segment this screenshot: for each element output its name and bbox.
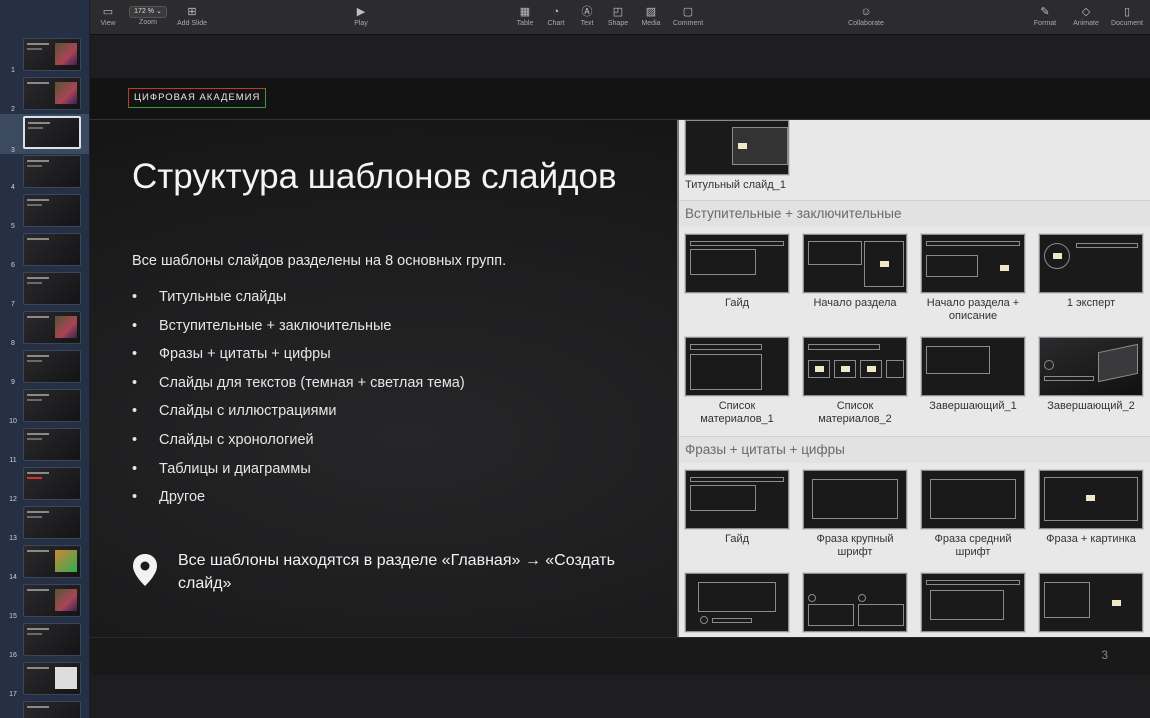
slide-thumbnail[interactable]: 13 xyxy=(0,506,89,542)
template-thumbnail xyxy=(1038,572,1144,633)
slide-thumbnail[interactable]: 4 xyxy=(0,155,89,191)
slide-footer: 3 xyxy=(90,637,1150,675)
animate-icon: ◇ xyxy=(1081,6,1091,18)
shape-icon: ◰ xyxy=(612,6,624,18)
media-icon: ▨ xyxy=(645,6,657,18)
slide-title[interactable]: Структура шаблонов слайдов xyxy=(132,155,652,198)
zoom-select[interactable]: 172 % ⌄ xyxy=(129,6,167,18)
template-thumbnail: Титульный слайд_1 xyxy=(684,120,790,192)
template-thumbnail: Начало раздела + описание xyxy=(920,233,1026,323)
add-slide-button[interactable]: ⊞ Add Slide xyxy=(174,4,210,32)
text-icon: Ⓐ xyxy=(581,6,593,18)
slide-thumbnail[interactable]: 8 xyxy=(0,311,89,347)
template-thumbnail: Завершающий_1 xyxy=(920,336,1026,413)
media-button[interactable]: ▨ Media xyxy=(639,4,663,32)
format-button[interactable]: ✎ Format xyxy=(1030,4,1060,32)
bullet-item: • Слайды с иллюстрациями xyxy=(132,403,337,420)
bullet-item: • Слайды с хронологией xyxy=(132,431,314,448)
bullet-item: • Фразы + цитаты + цифры xyxy=(132,346,331,363)
table-icon: ▦ xyxy=(519,6,531,18)
slide-thumbnail-selected[interactable]: 3 xyxy=(0,114,89,154)
section-header: Вступительные + заключительные xyxy=(679,200,1150,227)
animate-button[interactable]: ◇ Animate xyxy=(1070,4,1102,32)
slide-thumbnail[interactable]: 2 xyxy=(0,77,89,113)
template-thumbnail: Фраза средний шрифт xyxy=(920,469,1026,559)
bullet-item: • Титульные слайды xyxy=(132,289,287,305)
keynote-window: 1 2 3 4 5 6 7 8 9 10 11 12 13 14 15 16 1… xyxy=(0,0,1150,718)
footer-note-text: Все шаблоны находятся в разделе «Главная… xyxy=(178,552,615,592)
template-thumbnail: 1 эксперт xyxy=(1038,233,1144,310)
collaborate-icon: ☺ xyxy=(860,6,872,18)
text-button[interactable]: Ⓐ Text xyxy=(577,4,597,32)
templates-screenshot: Титульный слайд_1 Вступительные + заключ… xyxy=(677,120,1150,637)
sidebar-icon: ▭ xyxy=(102,6,114,18)
brand-logo: ЦИФРОВАЯ АКАДЕМИЯ xyxy=(128,88,267,108)
slide-thumbnail[interactable]: 14 xyxy=(0,545,89,581)
slide-thumbnail[interactable]: 6 xyxy=(0,233,89,269)
comment-icon: ▢ xyxy=(682,6,694,18)
chart-button[interactable]: ◔ Chart xyxy=(545,4,567,32)
bullet-list[interactable]: • Титульные слайды • Вступительные + заклю… xyxy=(132,288,465,517)
document-icon: ▯ xyxy=(1123,6,1131,18)
table-button[interactable]: ▦ Table xyxy=(514,4,536,32)
slide-header: ЦИФРОВАЯ АКАДЕМИЯ xyxy=(90,78,1150,120)
bullet-item: • Вступительные + заключительные xyxy=(132,317,392,334)
slide-thumbnail[interactable]: 10 xyxy=(0,389,89,425)
slide-thumbnail[interactable]: 17 xyxy=(0,662,89,698)
slide-intro[interactable]: Все шаблоны слайдов разделены на 8 основ… xyxy=(132,253,506,269)
slide-canvas[interactable]: ЦИФРОВАЯ АКАДЕМИЯ Структура шаблонов сла… xyxy=(90,35,1150,718)
view-button[interactable]: ▭ View xyxy=(98,4,118,32)
play-button[interactable]: ▶ Play xyxy=(351,4,371,32)
slide-thumbnail[interactable] xyxy=(0,701,89,718)
location-pin-icon xyxy=(133,554,157,586)
slide-thumbnail[interactable]: 9 xyxy=(0,350,89,386)
slide-thumbnail[interactable]: 1 xyxy=(0,38,89,74)
chart-icon: ◔ xyxy=(552,6,560,18)
bullet-item: • Таблицы и диаграммы xyxy=(132,460,311,477)
template-thumbnail: Фраза + картинка xyxy=(1038,469,1144,546)
shape-button[interactable]: ◰ Shape xyxy=(606,4,630,32)
slide-thumbnail[interactable]: 15 xyxy=(0,584,89,620)
paintbrush-icon: ✎ xyxy=(1040,6,1050,18)
template-thumbnail xyxy=(920,572,1026,633)
template-thumbnail xyxy=(684,572,790,633)
play-icon: ▶ xyxy=(356,6,366,18)
bullet-item: • Другое xyxy=(132,489,206,506)
slide-navigator[interactable]: 1 2 3 4 5 6 7 8 9 10 11 12 13 14 15 16 1… xyxy=(0,0,90,718)
add-slide-icon: ⊞ xyxy=(187,6,197,18)
template-thumbnail xyxy=(802,572,908,633)
template-thumbnail: Список материалов_1 xyxy=(684,336,790,426)
section-header: Фразы + цитаты + цифры xyxy=(679,436,1150,463)
slide-thumbnail[interactable]: 7 xyxy=(0,272,89,308)
template-thumbnail: Фраза крупный шрифт xyxy=(802,469,908,559)
zoom-control[interactable]: 172 % ⌄ Zoom xyxy=(126,4,170,32)
slide[interactable]: ЦИФРОВАЯ АКАДЕМИЯ Структура шаблонов сла… xyxy=(90,78,1150,675)
template-thumbnail: Завершающий_2 xyxy=(1038,336,1144,413)
slide-number: 3 xyxy=(1101,648,1108,662)
slide-thumbnail[interactable]: 16 xyxy=(0,623,89,659)
comment-button[interactable]: ▢ Comment xyxy=(670,4,706,32)
template-thumbnail: Начало раздела xyxy=(802,233,908,310)
collaborate-button[interactable]: ☺ Collaborate xyxy=(843,4,889,32)
template-thumbnail: Гайд xyxy=(684,233,790,310)
slide-thumbnail[interactable]: 12 xyxy=(0,467,89,503)
slide-thumbnail[interactable]: 5 xyxy=(0,194,89,230)
toolbar: ▭ View 172 % ⌄ Zoom ⊞ Add Slide ▶ Play ▦ Tabl… xyxy=(90,0,1150,35)
document-button[interactable]: ▯ Document xyxy=(1108,4,1146,32)
slide-thumbnail[interactable]: 11 xyxy=(0,428,89,464)
template-thumbnail: Гайд xyxy=(684,469,790,546)
bullet-item: • Слайды для текстов (темная + светлая те… xyxy=(132,374,465,391)
template-thumbnail: Список материалов_2 xyxy=(802,336,908,426)
